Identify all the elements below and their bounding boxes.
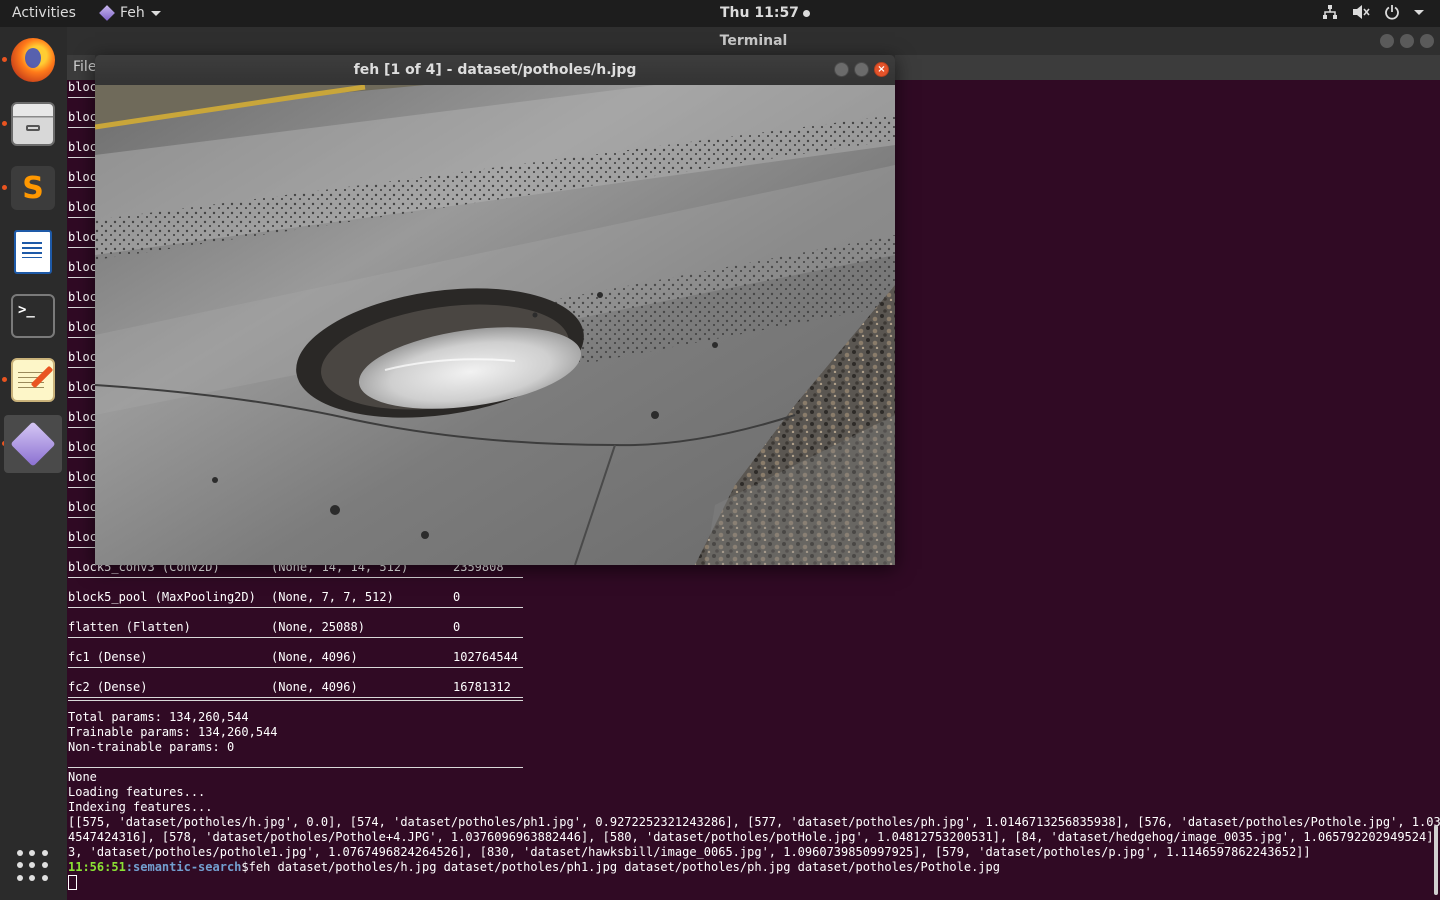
text-editor-icon [11,358,55,402]
dock: S >_ [0,27,67,900]
notification-dot-icon [802,9,810,17]
output-line: bloc [68,200,97,214]
output-line: bloc [68,380,97,394]
layer-name: fc2 (Dense) [68,680,148,694]
layer-params: 0 [453,620,461,634]
output-line: bloc [68,170,97,184]
output-line: bloc [68,230,97,244]
layer-params: 16781312 [453,680,511,694]
minimize-button[interactable] [1380,34,1394,48]
sublime-text-icon: S [11,166,55,210]
layer-shape: (None, 7, 7, 512) [271,590,394,604]
feh-window: feh [1 of 4] - dataset/potholes/h.jpg × [95,55,895,565]
output-line: bloc [68,530,97,544]
layer-shape: (None, 4096) [271,650,358,664]
app-menu[interactable]: Feh [99,5,161,21]
output-line: bloc [68,350,97,364]
layer-name: block5_pool (MaxPooling2D) [68,590,256,604]
output-line: bloc [68,140,97,154]
layer-shape: (None, 4096) [271,680,358,694]
output-line: bloc [68,410,97,424]
terminal-scrollbar[interactable] [1434,825,1438,895]
output-line: bloc [68,290,97,304]
clock-label: Thu 11:57 [720,5,799,21]
text-cursor [68,875,77,890]
clock[interactable]: Thu 11:57 [720,5,810,21]
feh-app-icon [99,5,115,21]
terminal-title: Terminal [719,33,788,49]
dock-item-firefox[interactable] [4,31,62,89]
layer-shape: (None, 25088) [271,620,365,634]
output-line: bloc [68,260,97,274]
close-button[interactable]: × [874,62,889,77]
prompt-directory: :semantic-search [125,860,242,874]
layer-params: 0 [453,590,461,604]
show-applications-icon[interactable] [17,850,49,882]
feh-icon [10,421,56,467]
feh-titlebar[interactable]: feh [1 of 4] - dataset/potholes/h.jpg × [95,55,895,85]
double-divider [68,697,523,701]
divider [68,637,523,638]
dock-item-libreoffice-writer[interactable] [4,223,62,281]
terminal-titlebar[interactable]: Terminal [67,27,1440,55]
chevron-down-icon [150,10,161,16]
close-button[interactable] [1420,34,1434,48]
output-line: Loading features... [68,785,206,799]
top-bar: Activities Feh Thu 11:57 [0,0,1440,27]
app-menu-label: Feh [120,5,145,21]
search-results-line: 3, 'dataset/potholes/pothole1.jpg', 1.07… [68,845,1311,859]
output-line: bloc [68,470,97,484]
maximize-button[interactable] [1400,34,1414,48]
divider [68,767,523,768]
non-trainable-params: Non-trainable params: 0 [68,740,235,754]
layer-name: flatten (Flatten) [68,620,191,634]
pothole-photo[interactable] [95,85,895,565]
chevron-down-icon [1414,9,1424,15]
layer-params: 102764544 [453,650,519,664]
terminal-icon: >_ [11,294,55,338]
output-line: bloc [68,320,97,334]
divider [68,607,523,608]
output-line: None [68,770,97,784]
power-icon [1385,5,1399,20]
output-line: bloc [68,110,97,124]
output-line: bloc [68,80,97,94]
dock-item-files[interactable] [4,95,62,153]
prompt-time: 11:56:51 [68,860,126,874]
output-line: Indexing features... [68,800,213,814]
layer-name: fc1 (Dense) [68,650,148,664]
output-line: bloc [68,440,97,454]
maximize-button[interactable] [854,62,869,77]
divider [68,577,523,578]
total-params: Total params: 134,260,544 [68,710,249,724]
pothole-photo-graphic [95,85,895,565]
prompt-command: $feh dataset/potholes/h.jpg dataset/poth… [241,860,1000,874]
search-results-line: [[575, 'dataset/potholes/h.jpg', 0.0], [… [68,815,1440,829]
dock-item-text-editor[interactable] [4,351,62,409]
minimize-button[interactable] [834,62,849,77]
output-line: bloc [68,500,97,514]
trainable-params: Trainable params: 134,260,544 [68,725,278,739]
divider [68,667,523,668]
prompt-line: 11:56:51:semantic-search$feh dataset/pot… [68,860,1000,875]
volume-muted-icon [1353,5,1370,19]
dock-item-terminal[interactable]: >_ [4,287,62,345]
dock-item-feh[interactable] [4,415,62,473]
dock-item-sublime-text[interactable]: S [4,159,62,217]
firefox-icon [11,38,55,82]
libreoffice-writer-icon [14,230,52,274]
activities-button[interactable]: Activities [12,5,76,21]
menu-file[interactable]: File [73,59,96,75]
network-icon [1323,5,1337,19]
files-icon [11,102,55,146]
feh-title: feh [1 of 4] - dataset/potholes/h.jpg [353,62,637,78]
search-results-line: 4547424316], [578, 'dataset/potholes/Pot… [68,830,1440,844]
system-tray[interactable] [1322,4,1424,20]
